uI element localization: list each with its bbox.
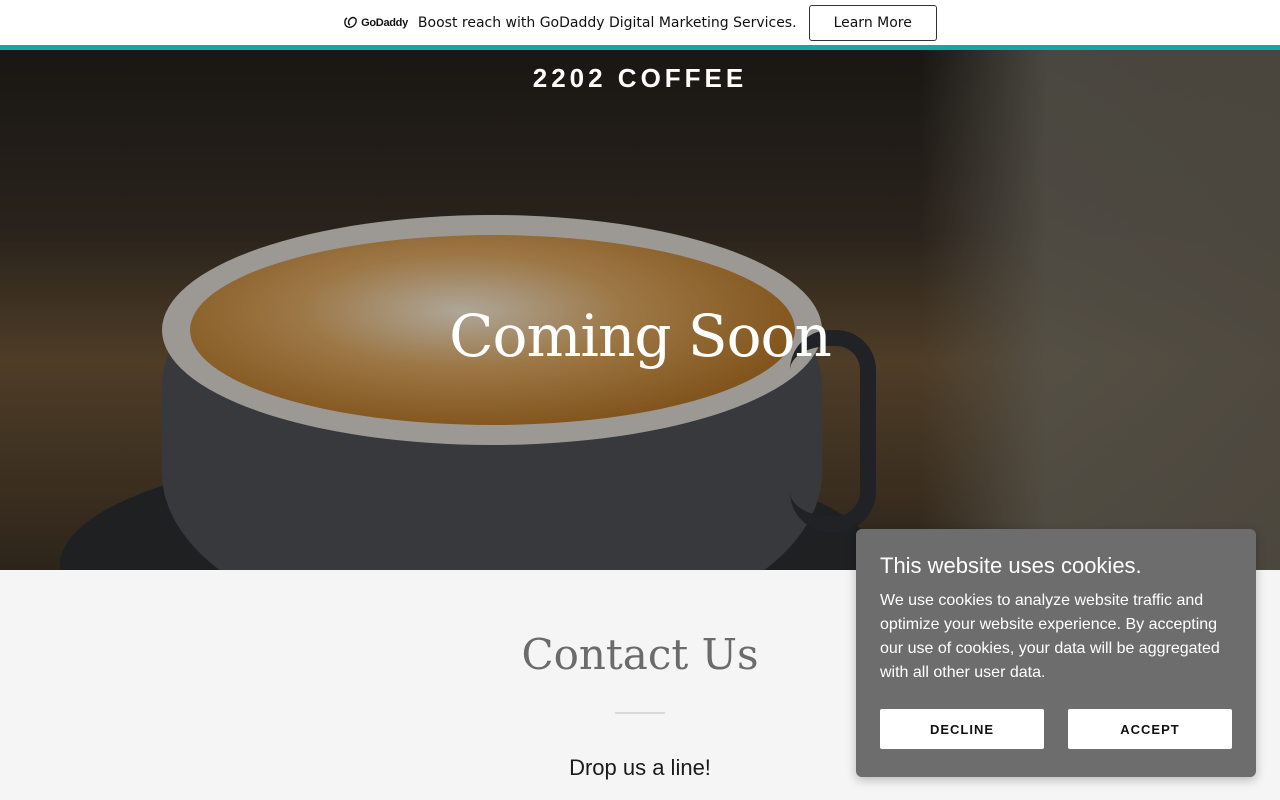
cookie-banner-title: This website uses cookies. (880, 553, 1142, 578)
godaddy-logo[interactable]: GoDaddy (343, 16, 408, 29)
contact-divider (615, 712, 665, 714)
godaddy-logo-icon (343, 16, 358, 29)
site-brand[interactable]: 2202 COFFEE (0, 63, 1280, 94)
godaddy-wordmark: GoDaddy (361, 16, 408, 29)
decline-cookies-button[interactable]: DECLINE (880, 709, 1044, 749)
learn-more-button[interactable]: Learn More (808, 4, 937, 41)
promo-bar: GoDaddy Boost reach with GoDaddy Digital… (0, 0, 1280, 45)
accept-cookies-button[interactable]: ACCEPT (1068, 709, 1232, 749)
cookie-banner: This website uses cookies. We use cookie… (856, 529, 1256, 777)
promo-message: Boost reach with GoDaddy Digital Marketi… (417, 14, 797, 31)
hero-section: 2202 COFFEE Coming Soon (0, 50, 1280, 570)
hero-title: Coming Soon (449, 302, 832, 370)
cookie-banner-body: We use cookies to analyze website traffi… (880, 592, 1220, 681)
